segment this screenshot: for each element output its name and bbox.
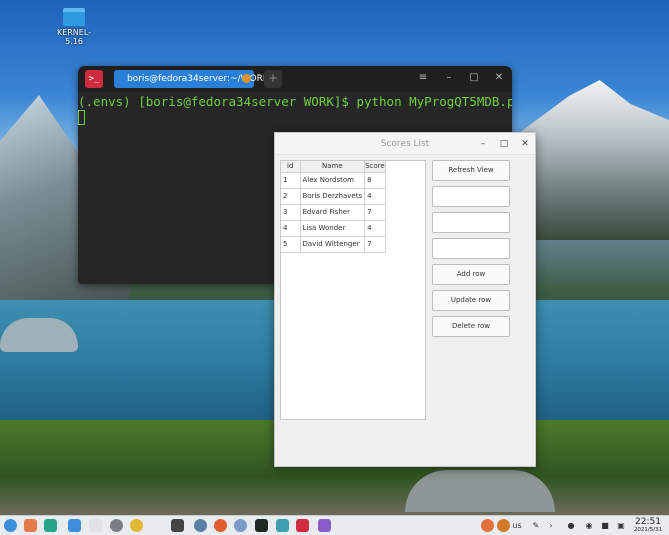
delete-row-button[interactable]: Delete row [432,316,510,337]
minimize-button[interactable]: – [476,137,490,151]
terminal-output[interactable]: (.envs) [boris@fedora34server WORK]$ pyt… [78,92,512,125]
cell-id[interactable]: 3 [281,204,301,221]
wallpaper-mountain-right [515,80,669,240]
store-icon[interactable] [68,519,81,532]
add-row-button[interactable]: Add row [432,264,510,285]
app-launcher-icon[interactable] [4,519,17,532]
id-input[interactable] [432,186,510,207]
terminal-app-icon[interactable]: >_ [85,70,103,88]
maximize-button[interactable]: □ [497,137,511,151]
table-row[interactable]: 1 Alex Nordstom 8 [281,172,386,189]
refresh-view-button[interactable]: Refresh View [432,160,510,181]
tray-notify-icon[interactable] [497,519,510,532]
window-title: Scores List [380,139,430,149]
chevron-right-icon[interactable]: › [546,519,556,532]
desktop-folder[interactable]: KERNEL-5.16 [52,8,96,46]
terminal-cursor [78,110,85,125]
cell-id[interactable]: 4 [281,220,301,237]
cell-score[interactable]: 7 [364,204,386,221]
command-line: (.envs) [boris@fedora34server WORK]$ pyt… [78,94,512,109]
header-id[interactable]: id [281,161,301,173]
terminal-titlebar[interactable]: >_ boris@fedora34server:~/WORK + ≡ – □ ✕ [78,66,512,92]
cell-name[interactable]: Edvard Fisher [300,204,366,221]
desktop-folder-label: KERNEL-5.16 [56,28,92,46]
power-icon[interactable]: ◉ [583,519,595,532]
score-input[interactable] [432,238,510,259]
cell-id[interactable]: 2 [281,188,301,205]
pycharm-icon[interactable] [255,519,268,532]
calendar-icon[interactable] [89,519,102,532]
name-input[interactable] [432,212,510,233]
files-icon[interactable] [44,519,57,532]
sound-icon[interactable]: ■ [599,519,611,532]
scores-window[interactable]: Scores List – □ ✕ id Name Score 1 Alex N… [274,132,536,467]
update-row-button[interactable]: Update row [432,290,510,311]
header-score[interactable]: Score [364,161,386,173]
search-icon[interactable] [318,519,331,532]
clock-time: 22:51 [635,517,661,527]
close-button[interactable]: ✕ [518,137,532,151]
bell-icon[interactable]: ● [566,519,576,532]
table-row[interactable]: 2 Boris Derzhavets 4 [281,188,386,205]
terminal-taskbar-icon[interactable] [296,519,309,532]
scores-titlebar[interactable]: Scores List – □ ✕ [275,133,535,155]
shield-icon[interactable]: ▣ [615,519,627,532]
volume-icon[interactable] [151,519,164,532]
cell-name[interactable]: Boris Derzhavets [300,188,366,205]
cell-name[interactable]: Alex Nordstom [300,172,366,189]
network-icon[interactable] [234,519,247,532]
cell-score[interactable]: 8 [364,172,386,189]
wallpaper-rock [0,318,78,352]
keyboard-layout[interactable]: us [510,519,524,532]
chrome-browser-icon[interactable] [130,519,143,532]
settings-gear-icon[interactable] [110,519,123,532]
wallpaper-rock [405,470,555,512]
cell-score[interactable]: 7 [364,236,386,253]
clock[interactable]: 22:51 2021/5/31 [630,517,666,534]
table-row[interactable]: 5 David Wittenger 7 [281,236,386,253]
close-button[interactable]: ✕ [492,71,506,85]
header-name[interactable]: Name [300,161,366,173]
cell-name[interactable]: Lisa Wonder [300,220,366,237]
table-row[interactable]: 4 Lisa Wonder 4 [281,220,386,237]
cell-score[interactable]: 4 [364,220,386,237]
table-header-row: id Name Score [281,161,386,173]
vm-icon[interactable] [171,519,184,532]
cell-id[interactable]: 1 [281,172,301,189]
monitor-icon[interactable] [276,519,289,532]
chat-icon[interactable] [194,519,207,532]
clock-date: 2021/5/31 [633,527,663,533]
cell-name[interactable]: David Wittenger [300,236,366,253]
new-tab-button[interactable]: + [264,70,282,88]
tab-close-icon[interactable] [242,74,251,83]
scores-table[interactable]: id Name Score 1 Alex Nordstom 8 2 Boris … [280,160,426,420]
menu-icon[interactable]: ≡ [416,71,430,85]
pen-icon[interactable]: ✎ [530,519,542,532]
cell-score[interactable]: 4 [364,188,386,205]
minimize-button[interactable]: – [442,71,456,85]
maximize-button[interactable]: □ [467,71,481,85]
folder-icon [63,8,85,26]
cell-id[interactable]: 5 [281,236,301,253]
table-row[interactable]: 3 Edvard Fisher 7 [281,204,386,221]
taskbar: us ✎ › ● ◉ ■ ▣ 22:51 2021/5/31 [0,515,669,535]
firefox-icon[interactable] [214,519,227,532]
app-grid-icon[interactable] [24,519,37,532]
tray-app-icon[interactable] [481,519,494,532]
terminal-tab[interactable]: boris@fedora34server:~/WORK [114,70,269,88]
